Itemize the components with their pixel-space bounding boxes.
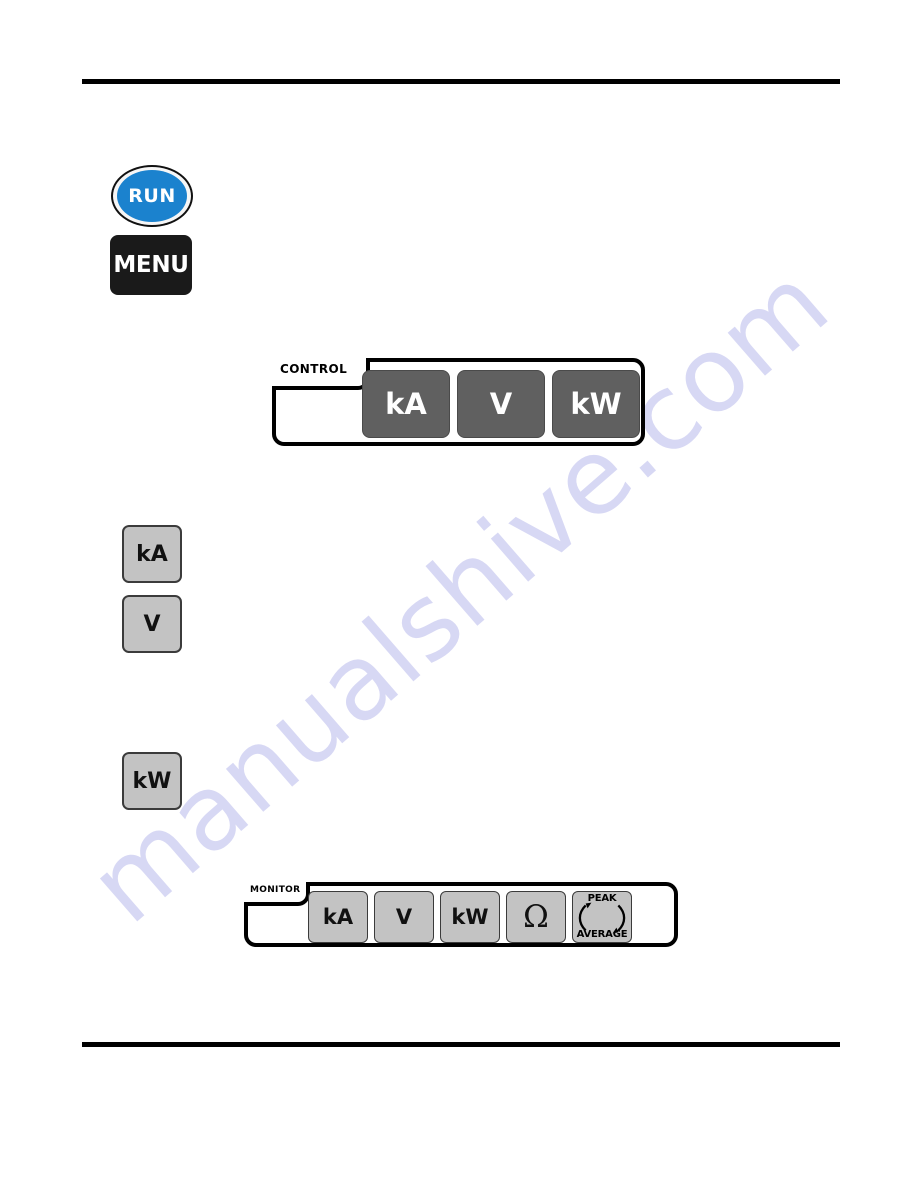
monitor-panel-tab: MONITOR bbox=[244, 882, 310, 906]
monitor-key-peak-average: PEAK AVERAGE bbox=[572, 891, 632, 943]
average-label: AVERAGE bbox=[576, 929, 628, 940]
monitor-key-kw: kW bbox=[440, 891, 500, 943]
run-button-figure: RUN bbox=[108, 162, 196, 230]
control-key-v-label: V bbox=[489, 387, 513, 421]
control-panel-figure: CONTROL kA V kW bbox=[272, 358, 645, 446]
watermark-text: manualshive.com bbox=[66, 241, 852, 947]
peak-label: PEAK bbox=[587, 893, 617, 904]
header-rule bbox=[82, 79, 840, 84]
standalone-key-v: V bbox=[122, 595, 182, 653]
monitor-key-v: V bbox=[374, 891, 434, 943]
standalone-key-v-label: V bbox=[143, 611, 161, 637]
control-panel-tab-label: CONTROL bbox=[280, 362, 348, 376]
control-panel-keys: kA V kW bbox=[362, 370, 640, 438]
menu-button-label: MENU bbox=[113, 252, 189, 278]
monitor-key-ka: kA bbox=[308, 891, 368, 943]
control-panel-tab: CONTROL bbox=[272, 358, 370, 390]
standalone-key-ka: kA bbox=[122, 525, 182, 583]
monitor-key-v-label: V bbox=[395, 905, 413, 929]
footer-rule bbox=[82, 1042, 840, 1047]
standalone-key-kw-label: kW bbox=[132, 768, 172, 794]
control-key-v: V bbox=[457, 370, 545, 438]
omega-icon: Ω bbox=[523, 898, 549, 935]
monitor-panel-keys: kA V kW Ω PEAK AVERAGE bbox=[308, 891, 632, 943]
run-button-face: RUN bbox=[117, 170, 187, 222]
control-key-ka-label: kA bbox=[385, 387, 427, 421]
monitor-key-kw-label: kW bbox=[451, 905, 489, 929]
monitor-key-ka-label: kA bbox=[322, 905, 354, 929]
monitor-key-omega: Ω bbox=[506, 891, 566, 943]
standalone-key-kw: kW bbox=[122, 752, 182, 810]
menu-button-figure: MENU bbox=[110, 235, 192, 295]
control-key-kw-label: kW bbox=[570, 387, 622, 421]
monitor-panel-figure: MONITOR kA V kW Ω PEAK AVERAGE bbox=[244, 882, 678, 947]
control-key-ka: kA bbox=[362, 370, 450, 438]
standalone-key-ka-label: kA bbox=[136, 541, 168, 567]
control-key-kw: kW bbox=[552, 370, 640, 438]
run-button-label: RUN bbox=[128, 185, 176, 207]
monitor-panel-tab-label: MONITOR bbox=[250, 885, 301, 895]
